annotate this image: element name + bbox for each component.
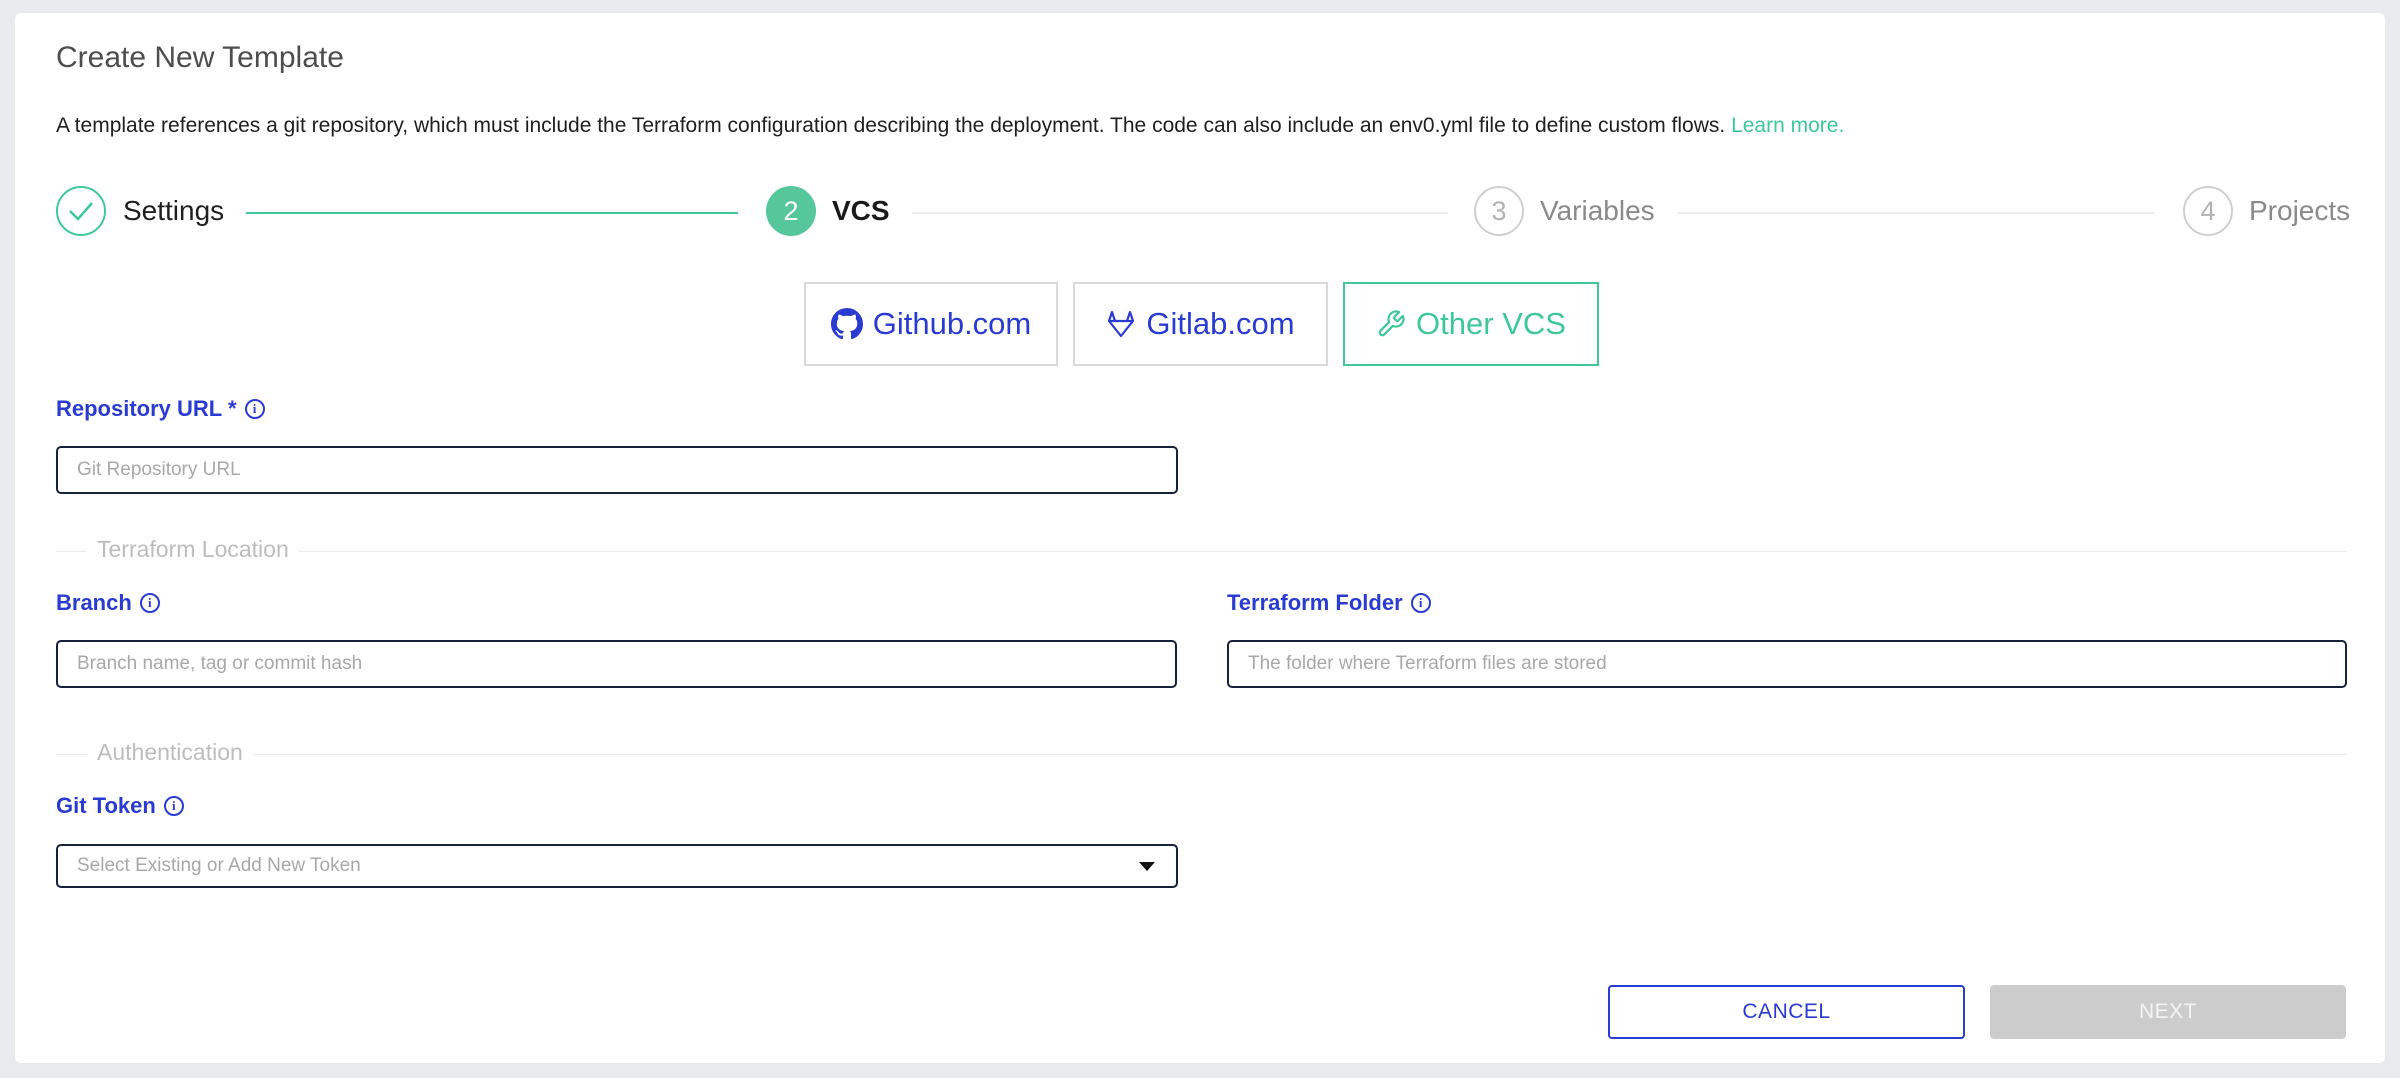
step-2-label: VCS: [832, 195, 890, 226]
git-token-select[interactable]: Select Existing or Add New Token: [56, 844, 1178, 888]
step-connector-2: [912, 212, 1448, 214]
step-connector-3: [1678, 212, 2154, 214]
info-icon[interactable]: i: [244, 399, 265, 419]
step-1-label: Settings: [123, 195, 225, 226]
terraform-folder-input[interactable]: [1227, 640, 2347, 688]
repository-url-label: Repository URL * i: [56, 396, 265, 422]
create-template-modal: Create New Template A template reference…: [15, 13, 2385, 1063]
gitlab-label: Gitlab.com: [1146, 306, 1295, 341]
branch-input[interactable]: [56, 640, 1177, 688]
git-token-placeholder: Select Existing or Add New Token: [77, 855, 361, 876]
wrench-icon: [1376, 309, 1406, 339]
info-icon[interactable]: i: [139, 593, 160, 613]
step-3-label: Variables: [1540, 195, 1655, 226]
chevron-down-icon: [1139, 861, 1155, 871]
modal-description: A template references a git repository, …: [56, 114, 1844, 138]
step-connector-1: [246, 212, 738, 214]
github-icon: [830, 308, 863, 340]
vcs-option-other[interactable]: Other VCS: [1343, 282, 1599, 366]
terraform-folder-label-text: Terraform Folder: [1227, 590, 1403, 615]
vcs-option-gitlab[interactable]: Gitlab.com: [1073, 282, 1328, 366]
git-token-label-text: Git Token: [56, 793, 156, 818]
branch-label: Branch i: [56, 590, 160, 616]
step-3-number: 3: [1474, 186, 1524, 236]
git-token-label: Git Token i: [56, 793, 184, 819]
step-2-number: 2: [766, 186, 816, 236]
terraform-location-divider: [56, 551, 2346, 552]
next-button[interactable]: NEXT: [1990, 985, 2346, 1039]
cancel-button[interactable]: CANCEL: [1608, 985, 1965, 1039]
info-icon[interactable]: i: [163, 796, 184, 816]
gitlab-icon: [1106, 310, 1136, 338]
step-4-number: 4: [2183, 186, 2233, 236]
step-1-check-icon: [56, 186, 106, 236]
terraform-location-title: Terraform Location: [87, 536, 299, 563]
authentication-title: Authentication: [87, 739, 253, 766]
repository-url-label-text: Repository URL *: [56, 396, 237, 421]
vcs-option-github[interactable]: Github.com: [804, 282, 1058, 366]
learn-more-link[interactable]: Learn more.: [1731, 114, 1844, 137]
description-text: A template references a git repository, …: [56, 114, 1726, 137]
step-4-label: Projects: [2249, 195, 2351, 226]
authentication-divider: [56, 754, 2346, 755]
modal-title: Create New Template: [56, 41, 344, 74]
github-label: Github.com: [872, 306, 1032, 341]
branch-label-text: Branch: [56, 590, 132, 615]
other-vcs-label: Other VCS: [1416, 306, 1566, 341]
terraform-folder-label: Terraform Folder i: [1227, 590, 1431, 616]
info-icon[interactable]: i: [1410, 593, 1431, 613]
repository-url-input[interactable]: [56, 446, 1178, 494]
